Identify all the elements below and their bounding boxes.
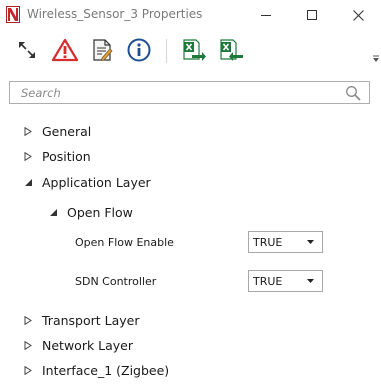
chevron-down-icon	[307, 240, 314, 244]
close-icon	[352, 9, 364, 21]
excel-import-icon	[220, 39, 243, 61]
property-label-sdn-controller: SDN Controller	[75, 275, 157, 288]
tree-node-label: Open Flow	[67, 204, 133, 220]
select-value: TRUE	[253, 236, 283, 249]
tree-node-label: Application Layer	[42, 174, 151, 190]
tree-node-open-flow[interactable]: Open Flow	[49, 201, 133, 223]
expand-arrow-icon[interactable]	[24, 365, 42, 375]
expand-arrow-icon[interactable]	[24, 340, 42, 350]
chevron-down-icon	[307, 279, 314, 283]
tree-node-label: Network Layer	[42, 337, 134, 353]
expand-collapse-button[interactable]	[12, 35, 42, 65]
tree-node-label: Position	[42, 148, 91, 164]
document-edit-button[interactable]	[87, 35, 117, 65]
tree-node-transport-layer[interactable]: Transport Layer	[24, 309, 139, 331]
toolbar	[0, 30, 381, 72]
warning-icon	[52, 38, 78, 62]
open-flow-enable-select[interactable]: TRUE	[248, 231, 323, 253]
title-bar: Wireless_Sensor_3 Properties	[0, 0, 381, 30]
expand-collapse-icon	[19, 42, 35, 58]
info-button[interactable]	[124, 35, 154, 65]
minimize-icon	[261, 15, 271, 16]
maximize-button[interactable]	[289, 0, 335, 30]
excel-export-button[interactable]	[179, 35, 209, 65]
collapse-arrow-icon[interactable]	[24, 178, 42, 187]
info-icon	[127, 38, 151, 62]
select-value: TRUE	[253, 275, 283, 288]
toolbar-separator	[166, 39, 167, 63]
tree-node-position[interactable]: Position	[24, 145, 91, 167]
search-box	[9, 81, 370, 104]
tree-node-label: General	[42, 123, 92, 139]
toolbar-overflow-chevron-icon[interactable]	[372, 55, 380, 63]
excel-import-button[interactable]	[216, 35, 246, 65]
property-label-open-flow-enable: Open Flow Enable	[75, 236, 174, 249]
warning-button[interactable]	[50, 35, 80, 65]
tree-node-application-layer[interactable]: Application Layer	[24, 171, 151, 193]
window-title: Wireless_Sensor_3 Properties	[27, 7, 203, 21]
collapse-arrow-icon[interactable]	[49, 208, 67, 217]
excel-export-icon	[183, 39, 206, 61]
maximize-icon	[307, 10, 317, 20]
app-logo-icon	[6, 6, 20, 23]
expand-arrow-icon[interactable]	[24, 315, 42, 325]
expand-arrow-icon[interactable]	[24, 151, 42, 161]
search-input[interactable]	[10, 82, 341, 103]
close-button[interactable]	[335, 0, 381, 30]
tree-node-label: Transport Layer	[42, 312, 140, 328]
expand-arrow-icon[interactable]	[24, 126, 42, 136]
tree-node-label: Interface_1 (Zigbee)	[42, 362, 170, 378]
tree-node-interface-1[interactable]: Interface_1 (Zigbee)	[24, 359, 169, 381]
document-edit-icon	[93, 39, 113, 62]
tree-node-network-layer[interactable]: Network Layer	[24, 334, 133, 356]
minimize-button[interactable]	[243, 0, 289, 30]
sdn-controller-select[interactable]: TRUE	[248, 270, 323, 292]
search-icon[interactable]	[345, 85, 361, 101]
tree-node-general[interactable]: General	[24, 120, 91, 142]
